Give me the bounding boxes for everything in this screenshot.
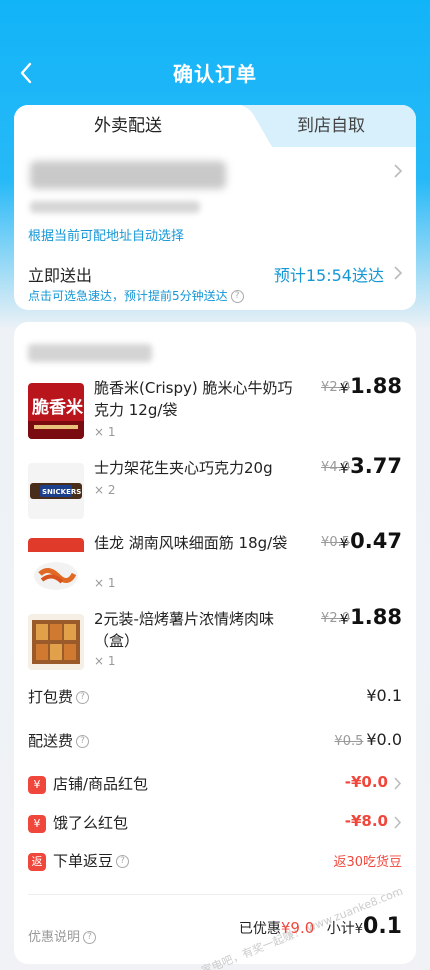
product-image	[28, 538, 84, 594]
shipping-fee-label: 配送费?	[28, 730, 90, 751]
order-item: 脆香米 脆香米(Crispy) 脆米心牛奶巧克力 12g/袋 × 1 ¥2.0 …	[14, 374, 416, 449]
coupon-icon: ¥	[28, 775, 46, 794]
divider	[28, 894, 402, 895]
store-coupon-value: -¥0.0	[344, 773, 388, 791]
currency-symbol: ¥	[339, 613, 349, 628]
delivery-card: 外卖配送 到店自取 根据当前可配地址自动选择 立即送出 预计15:54送达 点击…	[14, 105, 416, 310]
help-icon[interactable]: ?	[116, 855, 130, 868]
delivery-time-label: 立即送出	[28, 266, 93, 285]
shipping-fee-current: ¥0.0	[366, 730, 402, 749]
help-icon[interactable]: ?	[230, 290, 244, 303]
item-price: ¥3.77	[340, 454, 402, 478]
subtotal-label: 小计	[326, 921, 355, 937]
item-name: 士力架花生夹心巧克力20g	[94, 459, 273, 477]
order-card: 脆香米 脆香米(Crispy) 脆米心牛奶巧克力 12g/袋 × 1 ¥2.0 …	[14, 322, 416, 970]
delivery-eta[interactable]: 预计15:54送达	[274, 262, 384, 286]
bean-reward-value: 返30吃货豆	[333, 855, 402, 870]
store-coupon-row[interactable]: ¥ 店铺/商品红包 -¥0.0	[28, 771, 402, 797]
ele-coupon-label: ¥ 饿了么红包	[28, 812, 128, 833]
packing-fee-label: 打包费?	[28, 686, 90, 707]
order-totals: 已优惠¥9.0 小计¥0.1	[239, 914, 402, 939]
address-redacted[interactable]	[30, 161, 226, 189]
bean-reward-row: 返下单返豆? 返30吃货豆	[28, 848, 402, 874]
currency-symbol: ¥	[339, 382, 349, 397]
chevron-right-icon	[394, 164, 403, 178]
coupon-icon: ¥	[28, 814, 46, 833]
discount-explanation-text: 优惠说明	[28, 930, 81, 945]
help-icon[interactable]: ?	[76, 691, 90, 704]
product-image: 脆香米	[28, 383, 84, 439]
item-quantity: × 2	[94, 483, 116, 497]
subtotal-value: 0.1	[363, 914, 402, 939]
chevron-right-icon	[394, 816, 402, 829]
item-quantity: × 1	[94, 425, 116, 439]
item-quantity: × 1	[94, 654, 116, 668]
svg-text:脆香米: 脆香米	[31, 397, 84, 418]
store-coupon-label: ¥ 店铺/商品红包	[28, 773, 148, 794]
item-name: 2元装-焙烤薯片浓情烤肉味（盒）	[94, 610, 274, 650]
bean-reward-text: 下单返豆	[53, 852, 114, 870]
packing-fee-text: 打包费	[28, 688, 74, 706]
packing-fee-row: 打包费? ¥0.1	[28, 684, 402, 710]
item-price-value: 0.47	[350, 529, 402, 553]
ele-coupon-value: -¥8.0	[344, 812, 388, 830]
reward-icon: 返	[28, 852, 46, 871]
tab-delivery-label: 外卖配送	[94, 116, 162, 136]
shipping-fee-text: 配送费	[28, 732, 74, 750]
svg-text:SNICKERS: SNICKERS	[42, 488, 81, 496]
help-icon[interactable]: ?	[76, 735, 90, 748]
item-name: 脆香米(Crispy) 脆米心牛奶巧克力 12g/袋	[94, 379, 293, 419]
contact-redacted	[30, 201, 200, 213]
saved-label: 已优惠	[238, 921, 281, 937]
item-price: ¥0.47	[340, 529, 402, 553]
shipping-fee-original: ¥0.5	[334, 734, 364, 749]
express-hint-text: 点击可选急速达，预计提前5分钟送达	[28, 289, 228, 303]
currency-symbol: ¥	[339, 537, 349, 552]
shipping-fee-row: 配送费? ¥0.5 ¥0.0	[28, 728, 402, 754]
tab-delivery[interactable]: 外卖配送	[14, 105, 242, 147]
shipping-fee-value: ¥0.5 ¥0.0	[334, 730, 402, 749]
chevron-right-icon	[394, 777, 402, 790]
store-name-redacted	[28, 344, 152, 362]
item-price: ¥1.88	[340, 374, 402, 398]
store-coupon-text: 店铺/商品红包	[53, 775, 149, 793]
tab-pickup[interactable]: 到店自取	[246, 105, 416, 147]
order-item: 佳龙 湖南风味细面筋 18g/袋 × 1 ¥0.5 ¥0.47	[14, 529, 416, 604]
item-price-value: 1.88	[350, 605, 402, 629]
express-delivery-hint[interactable]: 点击可选急速达，预计提前5分钟送达?	[28, 287, 244, 304]
order-summary-footer: 优惠说明? 已优惠¥9.0 小计¥0.1	[14, 912, 416, 952]
order-item: 2元装-焙烤薯片浓情烤肉味（盒） × 1 ¥2.0 ¥1.88	[14, 605, 416, 680]
discount-explanation[interactable]: 优惠说明?	[28, 926, 97, 945]
item-name: 佳龙 湖南风味细面筋 18g/袋	[94, 534, 288, 552]
item-price-value: 1.88	[350, 374, 402, 398]
chevron-right-icon[interactable]	[392, 263, 404, 283]
currency-symbol: ¥	[339, 462, 349, 477]
product-image: SNICKERS	[28, 463, 84, 519]
item-price-value: 3.77	[350, 454, 402, 478]
item-quantity: × 1	[94, 576, 116, 590]
order-item: SNICKERS 士力架花生夹心巧克力20g × 2 ¥4.0 ¥3.77	[14, 454, 416, 529]
packing-fee-value: ¥0.1	[366, 686, 402, 705]
delivery-mode-tabs: 外卖配送 到店自取	[14, 105, 416, 147]
ele-coupon-row[interactable]: ¥ 饿了么红包 -¥8.0	[28, 810, 402, 836]
subtotal-currency: ¥	[354, 922, 364, 937]
product-image	[28, 614, 84, 670]
ele-coupon-text: 饿了么红包	[53, 814, 129, 832]
page-title: 确认订单	[173, 62, 257, 86]
item-price: ¥1.88	[340, 605, 402, 629]
address-note: 根据当前可配地址自动选择	[28, 229, 185, 244]
help-icon: ?	[83, 931, 97, 944]
header: 确认订单	[0, 0, 430, 100]
bean-reward-label: 返下单返豆?	[28, 850, 130, 871]
saved-value: ¥9.0	[280, 919, 315, 937]
